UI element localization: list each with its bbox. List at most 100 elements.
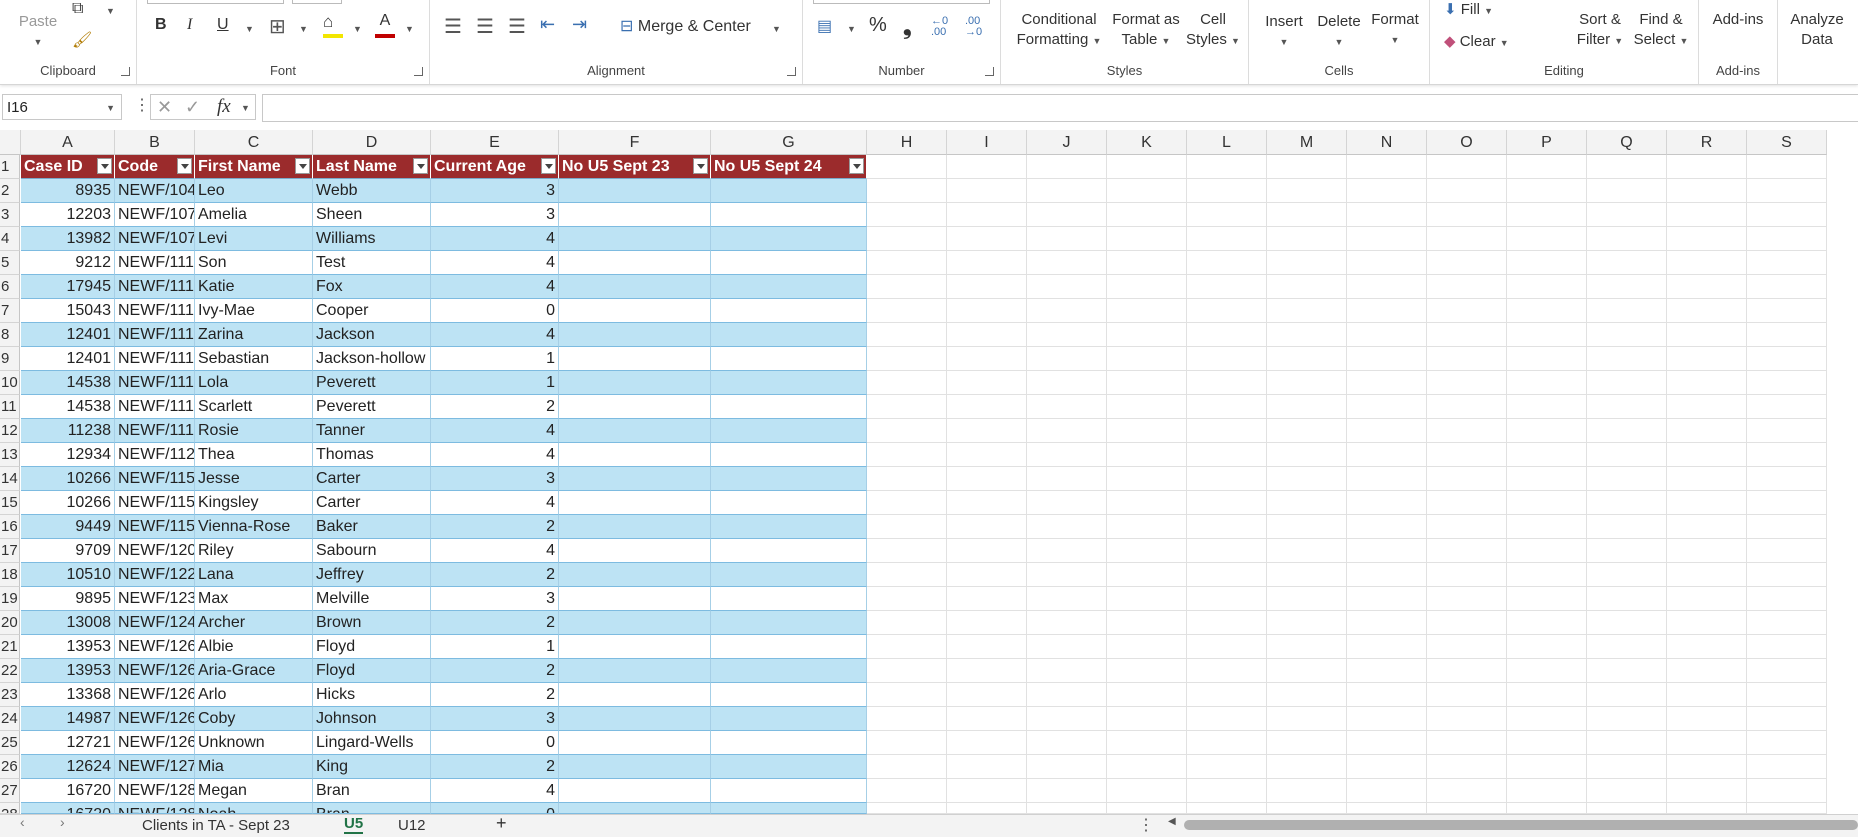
cell[interactable] <box>1187 179 1267 203</box>
cell[interactable] <box>1427 347 1507 371</box>
cell[interactable] <box>1427 659 1507 683</box>
cell[interactable] <box>1747 419 1827 443</box>
cell[interactable] <box>1747 347 1827 371</box>
cell[interactable] <box>1027 299 1107 323</box>
format-button[interactable]: Format ▼ <box>1367 10 1423 50</box>
table-cell[interactable]: 2 <box>431 611 559 635</box>
cell[interactable] <box>1107 443 1187 467</box>
align-center-icon[interactable]: ☰ <box>476 14 494 39</box>
table-cell[interactable] <box>711 707 867 731</box>
row-header[interactable]: 23 <box>0 683 20 707</box>
cell[interactable] <box>947 155 1027 179</box>
column-header-o[interactable]: O <box>1427 130 1507 155</box>
cell[interactable] <box>867 491 947 515</box>
table-cell[interactable] <box>559 467 711 491</box>
cell[interactable] <box>1347 275 1427 299</box>
cell[interactable] <box>867 563 947 587</box>
table-cell[interactable]: Thomas <box>313 443 431 467</box>
table-cell[interactable]: 4 <box>431 251 559 275</box>
cell[interactable] <box>1107 779 1187 803</box>
cell[interactable] <box>1427 203 1507 227</box>
cell[interactable] <box>1107 539 1187 563</box>
fill-button[interactable]: ⬇ Fill ▼ <box>1444 0 1493 18</box>
row-header[interactable]: 24 <box>0 707 20 731</box>
table-cell[interactable]: NEWF/112 <box>115 443 195 467</box>
cell[interactable] <box>1587 563 1667 587</box>
cell[interactable] <box>1667 539 1747 563</box>
cell[interactable] <box>1747 443 1827 467</box>
column-header-h[interactable]: H <box>867 130 947 155</box>
cell[interactable] <box>947 539 1027 563</box>
cell[interactable] <box>1027 755 1107 779</box>
scroll-left-icon[interactable]: ◀ <box>1168 816 1176 827</box>
table-cell[interactable]: NEWF/126 <box>115 683 195 707</box>
cell[interactable] <box>1667 299 1747 323</box>
table-cell[interactable]: 16720 <box>21 803 115 814</box>
cell[interactable] <box>1187 659 1267 683</box>
cell[interactable] <box>1667 371 1747 395</box>
cell[interactable] <box>1427 707 1507 731</box>
table-cell[interactable] <box>559 299 711 323</box>
cell[interactable] <box>1267 683 1347 707</box>
cell[interactable] <box>1347 443 1427 467</box>
row-header[interactable]: 26 <box>0 755 20 779</box>
cell[interactable] <box>1507 251 1587 275</box>
cell[interactable] <box>1187 371 1267 395</box>
cell[interactable] <box>1107 203 1187 227</box>
cell[interactable] <box>1267 419 1347 443</box>
cell[interactable] <box>1187 707 1267 731</box>
table-header-cell[interactable]: Last Name <box>313 155 431 179</box>
table-cell[interactable]: Scarlett <box>195 395 313 419</box>
cell[interactable] <box>867 803 947 814</box>
filter-dropdown-icon[interactable] <box>97 158 112 174</box>
cell[interactable] <box>1427 491 1507 515</box>
table-header-cell[interactable]: No U5 Sept 24 <box>711 155 867 179</box>
cell[interactable] <box>1667 251 1747 275</box>
cell[interactable] <box>1667 491 1747 515</box>
table-cell[interactable] <box>711 515 867 539</box>
cell[interactable] <box>1747 467 1827 491</box>
cell[interactable] <box>1427 731 1507 755</box>
cell[interactable] <box>1027 563 1107 587</box>
font-size-box[interactable] <box>292 0 342 4</box>
cell[interactable] <box>1267 635 1347 659</box>
table-cell[interactable]: NEWF/107 <box>115 203 195 227</box>
table-cell[interactable] <box>711 203 867 227</box>
table-cell[interactable]: Max <box>195 587 313 611</box>
table-cell[interactable]: 3 <box>431 587 559 611</box>
cell[interactable] <box>1427 635 1507 659</box>
table-cell[interactable]: Megan <box>195 779 313 803</box>
column-header-c[interactable]: C <box>195 130 313 155</box>
cell[interactable] <box>1587 347 1667 371</box>
table-cell[interactable] <box>559 179 711 203</box>
column-header-r[interactable]: R <box>1667 130 1747 155</box>
cell[interactable] <box>1587 683 1667 707</box>
table-cell[interactable] <box>711 371 867 395</box>
table-cell[interactable]: 3 <box>431 203 559 227</box>
row-header[interactable]: 27 <box>0 779 20 803</box>
row-header[interactable]: 21 <box>0 635 20 659</box>
column-header-s[interactable]: S <box>1747 130 1827 155</box>
cell[interactable] <box>1187 155 1267 179</box>
table-cell[interactable]: NEWF/111 <box>115 419 195 443</box>
table-cell[interactable]: 4 <box>431 419 559 443</box>
table-cell[interactable] <box>711 755 867 779</box>
horizontal-scrollbar[interactable] <box>1184 820 1858 830</box>
table-cell[interactable] <box>559 587 711 611</box>
table-cell[interactable]: Sebastian <box>195 347 313 371</box>
table-cell[interactable] <box>559 443 711 467</box>
table-cell[interactable]: 10266 <box>21 467 115 491</box>
table-cell[interactable]: Bran <box>313 803 431 814</box>
cell[interactable] <box>1587 587 1667 611</box>
italic-button[interactable]: I <box>187 16 192 34</box>
bold-button[interactable]: B <box>155 16 167 34</box>
cell[interactable] <box>1267 491 1347 515</box>
chevron-down-icon[interactable]: ▼ <box>106 95 115 121</box>
table-cell[interactable]: 12401 <box>21 323 115 347</box>
cell[interactable] <box>1347 707 1427 731</box>
cell[interactable] <box>1027 323 1107 347</box>
row-header[interactable]: 16 <box>0 515 20 539</box>
cell[interactable] <box>1507 659 1587 683</box>
table-cell[interactable]: 3 <box>431 707 559 731</box>
row-header[interactable]: 2 <box>0 179 20 203</box>
